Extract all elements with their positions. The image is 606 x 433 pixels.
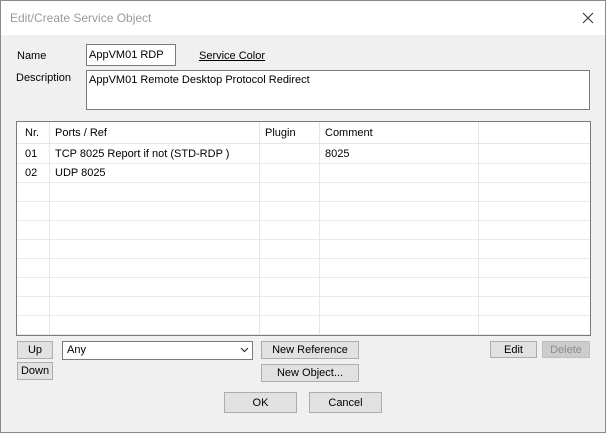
- column-header-nr[interactable]: Nr.: [19, 122, 51, 143]
- table-row-empty: [17, 183, 590, 202]
- dialog-window: Edit/Create Service Object Name AppVM01 …: [0, 0, 606, 433]
- cancel-button[interactable]: Cancel: [309, 392, 382, 413]
- delete-button[interactable]: Delete: [542, 341, 590, 358]
- table-row-empty: [17, 259, 590, 278]
- down-button[interactable]: Down: [17, 362, 53, 380]
- edit-button[interactable]: Edit: [490, 341, 537, 358]
- table-row[interactable]: 02 UDP 8025: [17, 164, 590, 183]
- up-button[interactable]: Up: [17, 341, 53, 359]
- table-row-empty: [17, 278, 590, 297]
- column-header-plugin[interactable]: Plugin: [259, 122, 319, 143]
- name-label: Name: [17, 50, 47, 62]
- title-bar: Edit/Create Service Object: [1, 1, 605, 35]
- table-row[interactable]: 01 TCP 8025 Report if not (STD-RDP ) 802…: [17, 145, 590, 164]
- cell-ports: UDP 8025: [55, 167, 106, 179]
- description-label: Description: [16, 72, 72, 84]
- service-color-link[interactable]: Service Color: [199, 50, 265, 62]
- service-ports-table[interactable]: Nr. Ports / Ref Plugin Comment 01 TCP 80…: [16, 121, 591, 336]
- name-input[interactable]: AppVM01 RDP: [86, 44, 176, 66]
- close-button[interactable]: [579, 9, 597, 27]
- column-header-comment[interactable]: Comment: [319, 122, 479, 143]
- cell-plugin: [259, 145, 319, 163]
- window-title: Edit/Create Service Object: [10, 11, 152, 25]
- table-row-empty: [17, 221, 590, 240]
- chevron-down-icon: [240, 347, 249, 353]
- select-value: Any: [67, 344, 86, 356]
- cell-comment: [319, 164, 479, 182]
- ok-button[interactable]: OK: [224, 392, 297, 413]
- close-icon: [582, 12, 594, 24]
- column-header-ports[interactable]: Ports / Ref: [49, 122, 259, 143]
- reference-type-select[interactable]: Any: [62, 341, 253, 360]
- new-reference-button[interactable]: New Reference: [261, 341, 359, 359]
- cell-nr: 02: [25, 167, 38, 179]
- table-row-empty: [17, 297, 590, 316]
- cell-ports: TCP 8025 Report if not (STD-RDP ): [55, 148, 230, 160]
- cell-nr: 01: [25, 148, 38, 160]
- table-row-empty: [17, 240, 590, 259]
- new-object-button[interactable]: New Object...: [261, 364, 359, 382]
- cell-plugin: [259, 164, 319, 182]
- table-row-empty: [17, 202, 590, 221]
- description-input[interactable]: AppVM01 Remote Desktop Protocol Redirect: [86, 70, 590, 110]
- table-row-empty: [17, 316, 590, 335]
- cell-comment: 8025: [325, 148, 350, 160]
- table-header: Nr. Ports / Ref Plugin Comment: [17, 122, 590, 144]
